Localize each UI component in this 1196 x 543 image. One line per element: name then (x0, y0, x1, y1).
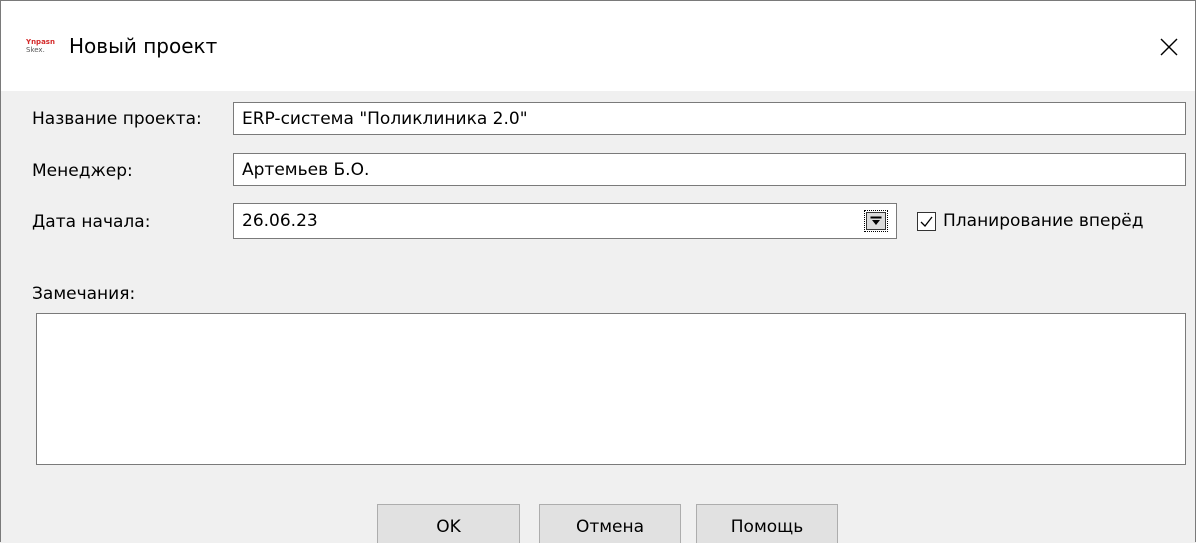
checkmark-icon (920, 216, 933, 227)
notes-textarea[interactable] (37, 314, 1185, 464)
app-logo-icon: Ynpasn Skex. (26, 38, 55, 54)
project-name-input[interactable] (234, 103, 1185, 134)
manager-field[interactable] (233, 153, 1186, 186)
start-date-label: Дата начала: (32, 212, 151, 232)
ok-button[interactable]: OK (377, 504, 520, 543)
manager-input[interactable] (234, 154, 1185, 185)
close-icon (1160, 38, 1178, 56)
project-name-label: Название проекта: (32, 109, 202, 129)
help-button[interactable]: Помощь (696, 504, 838, 543)
forward-planning-checkbox[interactable] (917, 211, 936, 231)
notes-label: Замечания: (32, 284, 136, 304)
manager-label: Менеджер: (32, 161, 133, 181)
project-name-field[interactable] (233, 102, 1186, 135)
forward-planning-label[interactable]: Планирование вперёд (943, 211, 1143, 231)
start-date-input[interactable] (234, 204, 854, 238)
svg-text:Skex.: Skex. (26, 46, 45, 54)
notes-field[interactable] (36, 313, 1186, 465)
title-bar[interactable]: Ynpasn Skex. Новый проект (1, 1, 1195, 91)
forward-planning-checkbox-row[interactable]: Планирование вперёд (917, 209, 1143, 233)
svg-text:Ynpasn: Ynpasn (26, 38, 55, 46)
date-dropdown-button[interactable] (864, 210, 888, 232)
close-button[interactable] (1149, 27, 1189, 67)
dialog-window: Ynpasn Skex. Новый проект Название проек… (0, 0, 1196, 543)
cancel-button[interactable]: Отмена (539, 504, 681, 543)
start-date-picker[interactable] (233, 203, 897, 239)
window-title: Новый проект (69, 34, 218, 58)
calendar-dropdown-icon (870, 216, 882, 225)
